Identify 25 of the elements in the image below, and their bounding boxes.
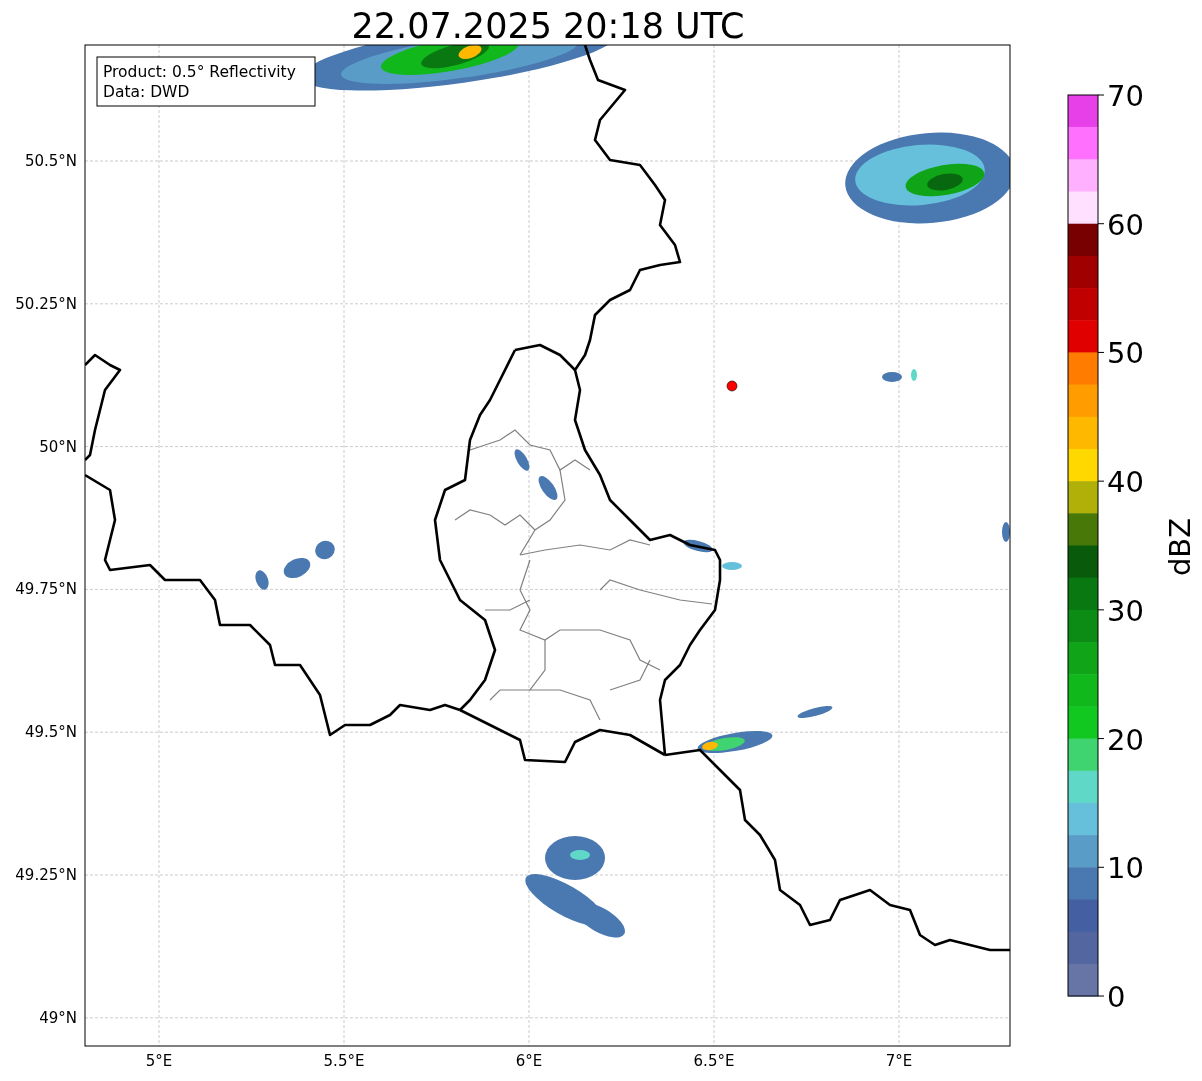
latitude-label: 50°N	[39, 437, 77, 456]
longitude-label: 7°E	[885, 1052, 913, 1070]
colorbar-tick-label: 10	[1107, 851, 1144, 886]
colorbar-tick-label: 30	[1107, 593, 1144, 628]
latitude-label: 49.5°N	[24, 723, 77, 742]
location-marker	[726, 380, 738, 392]
latitude-label: 49°N	[39, 1008, 77, 1027]
latitude-label: 49.25°N	[15, 866, 77, 884]
colorbar-tick-label: 0	[1107, 980, 1126, 1014]
longitude-label: 6.5°E	[693, 1052, 735, 1070]
colorbar-label: dBZ	[1163, 517, 1197, 577]
colorbar-tick-label: 20	[1107, 722, 1144, 757]
colorbar-tick-label: 70	[1107, 79, 1144, 113]
colorbar-tick-label: 50	[1107, 336, 1144, 371]
latitude-label: 50.5°N	[24, 152, 77, 170]
longitude-label: 5°E	[145, 1052, 173, 1070]
colorbar-tick-label: 40	[1107, 465, 1144, 500]
longitude-label: 5.5°E	[323, 1052, 365, 1070]
latitude-label: 49.75°N	[15, 580, 77, 599]
colorbar-tick-label: 60	[1107, 207, 1144, 242]
info-text: Product: 0.5° Reflectivity	[103, 63, 296, 81]
info-text: Data: DWD	[103, 83, 190, 101]
chart-title: 22.07.2025 20:18 UTC	[351, 6, 745, 46]
latitude-label: 50.25°N	[15, 294, 77, 313]
longitude-label: 6°E	[515, 1052, 543, 1070]
